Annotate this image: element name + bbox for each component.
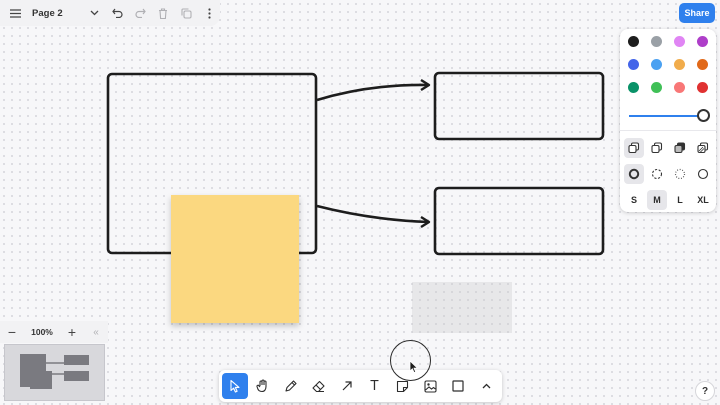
color-swatch[interactable] [628, 36, 639, 47]
size-m-button[interactable]: M [647, 190, 667, 210]
selection-preview [412, 282, 512, 333]
color-swatch[interactable] [697, 36, 708, 47]
top-right-rectangle-shape[interactable] [433, 71, 605, 141]
arrow-top-shape[interactable] [316, 83, 429, 102]
size-xl-button[interactable]: XL [693, 190, 713, 210]
color-swatch[interactable] [651, 59, 662, 70]
dash-dotted-button[interactable] [670, 164, 690, 184]
fill-solid-button[interactable] [670, 138, 690, 158]
zoom-bar: − 100% + « [0, 321, 108, 343]
color-swatch[interactable] [674, 36, 685, 47]
help-button[interactable]: ? [695, 381, 715, 401]
fill-pattern-button[interactable] [693, 138, 713, 158]
dash-dashed-button[interactable] [647, 164, 667, 184]
eraser-tool[interactable] [306, 373, 332, 399]
minimap[interactable] [4, 344, 105, 401]
text-tool[interactable]: T [362, 373, 388, 399]
main-toolbar: T [219, 370, 502, 402]
mouse-pointer-icon [409, 360, 419, 374]
color-swatch[interactable] [651, 82, 662, 93]
dash-draw-button[interactable] [624, 164, 644, 184]
more-tools-chevron-up-icon[interactable] [473, 373, 499, 399]
sticky-note[interactable] [171, 195, 299, 323]
color-swatch[interactable] [628, 82, 639, 93]
zoom-out-button[interactable]: − [0, 321, 24, 343]
style-panel: S M L XL [620, 29, 716, 212]
zoom-level[interactable]: 100% [24, 327, 60, 337]
zoom-in-button[interactable]: + [60, 321, 84, 343]
opacity-slider-track[interactable] [629, 115, 702, 117]
canvas[interactable] [0, 0, 720, 405]
color-swatch[interactable] [628, 59, 639, 70]
collapse-minimap-button[interactable]: « [84, 321, 108, 343]
size-s-button[interactable]: S [624, 190, 644, 210]
color-swatch[interactable] [674, 82, 685, 93]
hand-tool[interactable] [250, 373, 276, 399]
size-l-button[interactable]: L [670, 190, 690, 210]
color-swatch[interactable] [697, 59, 708, 70]
draw-tool[interactable] [278, 373, 304, 399]
color-swatch[interactable] [674, 59, 685, 70]
opacity-slider-thumb[interactable] [697, 109, 710, 122]
panel-divider [620, 130, 716, 131]
bottom-right-rectangle-shape[interactable] [433, 186, 605, 256]
arrow-tool[interactable] [334, 373, 360, 399]
rectangle-tool[interactable] [445, 373, 471, 399]
color-swatch[interactable] [697, 82, 708, 93]
fill-semi-button[interactable] [647, 138, 667, 158]
fill-none-button[interactable] [624, 138, 644, 158]
dash-solid-button[interactable] [693, 164, 713, 184]
color-swatch[interactable] [651, 36, 662, 47]
arrow-bottom-shape[interactable] [316, 204, 429, 224]
select-tool[interactable] [222, 373, 248, 399]
